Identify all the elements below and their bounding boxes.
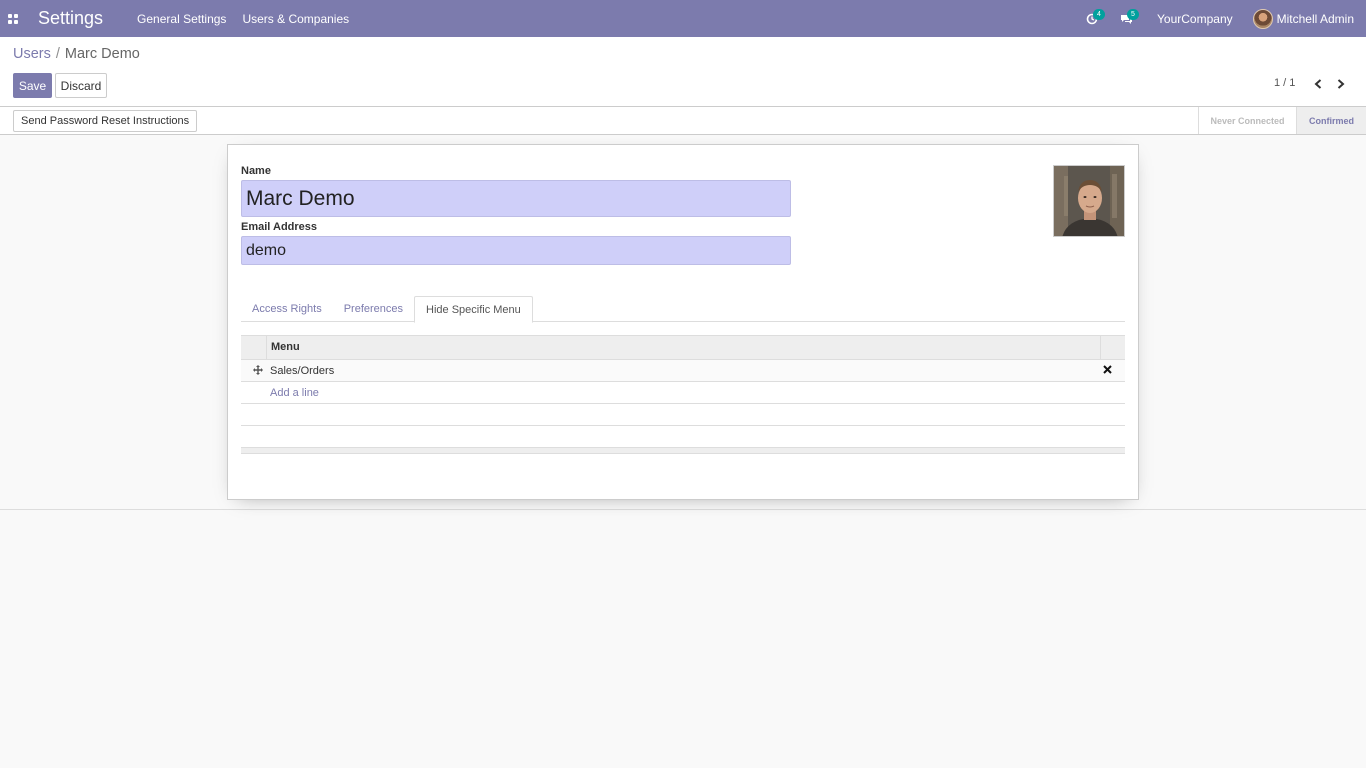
breadcrumb: Users / Marc Demo xyxy=(13,46,140,62)
discard-button[interactable]: Discard xyxy=(55,73,107,98)
name-input[interactable]: Marc Demo xyxy=(241,180,791,217)
delete-row-icon[interactable] xyxy=(1103,363,1112,377)
pager-next-icon[interactable] xyxy=(1335,77,1347,91)
activity-icon[interactable]: 4 xyxy=(1081,0,1105,37)
top-navbar: Settings General Settings Users & Compan… xyxy=(0,0,1366,37)
name-label: Name xyxy=(241,165,271,177)
header-handle-cell xyxy=(241,336,267,359)
activity-badge: 4 xyxy=(1093,9,1105,20)
control-panel: Users / Marc Demo Save Discard 1 / 1 xyxy=(0,37,1366,107)
apps-menu-icon[interactable] xyxy=(0,0,26,37)
tab-hide-specific-menu[interactable]: Hide Specific Menu xyxy=(414,296,533,323)
messages-icon[interactable]: 5 xyxy=(1115,0,1139,37)
table-header: Menu xyxy=(241,335,1125,360)
tab-access-rights[interactable]: Access Rights xyxy=(241,296,333,322)
status-stages: Never Connected Confirmed xyxy=(1198,107,1366,134)
menu-users-companies[interactable]: Users & Companies xyxy=(242,12,349,26)
empty-row xyxy=(241,426,1125,448)
breadcrumb-separator: / xyxy=(55,46,60,62)
send-password-reset-button[interactable]: Send Password Reset Instructions xyxy=(13,110,198,132)
stage-never-connected: Never Connected xyxy=(1198,107,1296,134)
drag-handle-icon[interactable] xyxy=(253,364,263,378)
add-line-row: Add a line xyxy=(241,382,1125,404)
tab-preferences[interactable]: Preferences xyxy=(333,296,414,322)
email-input[interactable]: demo xyxy=(241,236,791,265)
form-sheet: Name Marc Demo Email Address demo Access… xyxy=(227,144,1139,500)
notebook-tabs: Access Rights Preferences Hide Specific … xyxy=(241,296,1125,323)
user-avatar[interactable] xyxy=(1252,8,1273,29)
pager-previous-icon[interactable] xyxy=(1312,77,1324,91)
messages-badge: 5 xyxy=(1127,9,1139,20)
breadcrumb-users-link[interactable]: Users xyxy=(13,46,51,62)
pager-value[interactable]: 1 / 1 xyxy=(1274,77,1295,89)
hide-menu-table: Menu Sales/Orders Add a line xyxy=(241,335,1125,454)
user-photo[interactable] xyxy=(1053,165,1125,237)
form-statusbar: Send Password Reset Instructions Never C… xyxy=(0,107,1366,135)
add-a-line-link[interactable]: Add a line xyxy=(270,387,319,399)
user-menu[interactable]: Mitchell Admin xyxy=(1277,12,1354,26)
stage-confirmed: Confirmed xyxy=(1296,107,1366,134)
email-label: Email Address xyxy=(241,221,318,233)
breadcrumb-current: Marc Demo xyxy=(64,46,140,62)
save-button[interactable]: Save xyxy=(13,73,52,98)
table-row[interactable]: Sales/Orders xyxy=(241,360,1125,382)
table-footer xyxy=(241,448,1125,454)
empty-row xyxy=(241,404,1125,426)
header-delete-cell xyxy=(1100,336,1125,359)
company-switcher[interactable]: YourCompany xyxy=(1157,12,1233,26)
row-menu-value[interactable]: Sales/Orders xyxy=(270,365,334,377)
app-title[interactable]: Settings xyxy=(38,8,103,29)
column-header-menu[interactable]: Menu xyxy=(271,341,300,353)
menu-general-settings[interactable]: General Settings xyxy=(137,12,226,26)
